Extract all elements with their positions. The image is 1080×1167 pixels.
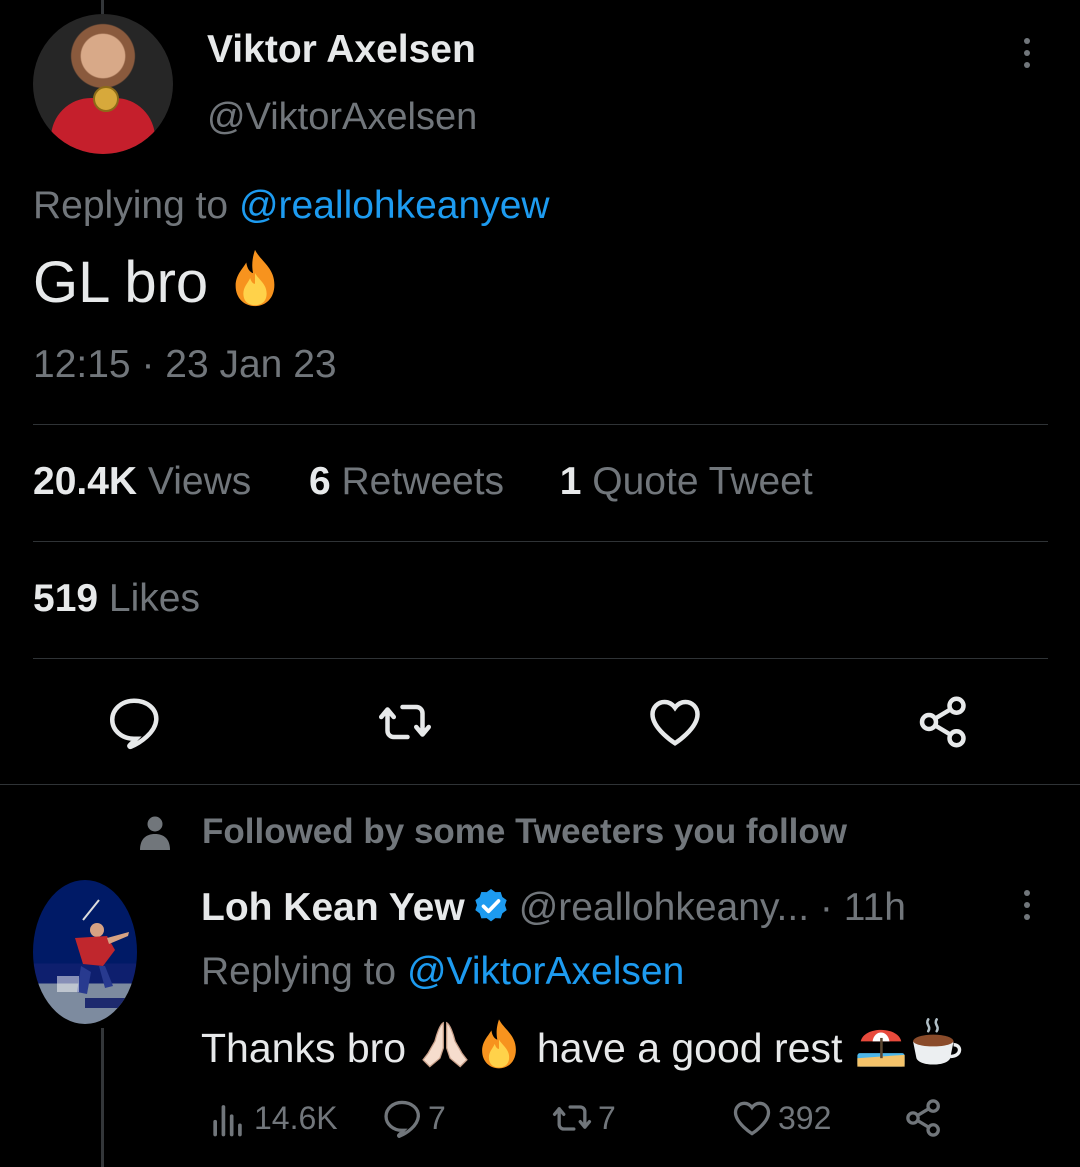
reply-replies-count: 7	[428, 1099, 446, 1136]
tweet-timestamp[interactable]: 12:15 · 23 Jan 23	[33, 343, 337, 387]
person-icon	[140, 816, 170, 850]
author-handle[interactable]: @ViktorAxelsen	[207, 96, 477, 139]
tweet-text-content: GL bro	[33, 250, 209, 315]
share-icon	[906, 1099, 940, 1137]
views-icon	[213, 1105, 242, 1137]
reply-retweets-count: 7	[598, 1099, 616, 1136]
replying-to-mention[interactable]: @ViktorAxelsen	[407, 950, 684, 993]
reply-time[interactable]: 11h	[844, 886, 906, 929]
more-options-icon[interactable]	[1015, 890, 1039, 926]
reply-views-count: 14.6K	[254, 1099, 338, 1136]
reply-views[interactable]: 14.6K	[206, 1096, 338, 1140]
likes-stat[interactable]: 519 Likes	[33, 577, 200, 621]
reply-likes[interactable]: 392	[730, 1096, 831, 1140]
reply-likes-count: 392	[778, 1099, 832, 1136]
tweet-text: GL bro	[33, 246, 286, 316]
section-divider	[0, 784, 1080, 785]
reply-avatar[interactable]	[33, 880, 137, 1024]
reply-icon	[384, 1100, 420, 1138]
retweet-icon	[552, 1105, 592, 1131]
author-name[interactable]: Viktor Axelsen	[207, 28, 476, 72]
followed-by-text: Followed by some Tweeters you follow	[202, 812, 848, 851]
quote-tweets-stat[interactable]: 1 Quote Tweet	[560, 460, 813, 503]
thread-line	[101, 0, 104, 14]
fire-emoji-icon	[224, 246, 286, 308]
tweet-time: 12:15	[33, 343, 131, 386]
replying-to-line: Replying to @ViktorAxelsen	[201, 950, 684, 994]
divider	[33, 658, 1048, 659]
likes-label: Likes	[98, 577, 200, 620]
tweet-stats-row: 20.4K Views 6 Retweets 1 Quote Tweet	[33, 460, 813, 504]
reply-author-name[interactable]: Loh Kean Yew	[201, 886, 465, 929]
replying-to-prefix: Replying to	[33, 184, 239, 227]
like-icon[interactable]	[645, 692, 705, 752]
reply-text-part1: Thanks bro	[201, 1025, 418, 1071]
views-stat[interactable]: 20.4K Views	[33, 460, 251, 503]
reply-replies[interactable]: 7	[380, 1096, 446, 1140]
reply-icon[interactable]	[104, 692, 164, 752]
verified-badge-icon	[475, 889, 507, 922]
reply-share[interactable]	[902, 1096, 946, 1140]
replying-to-prefix: Replying to	[201, 950, 407, 993]
retweet-icon[interactable]	[375, 692, 435, 752]
tweet-date: 23 Jan 23	[165, 343, 337, 386]
dot-separator: ·	[809, 886, 844, 929]
divider	[33, 424, 1048, 425]
divider	[33, 541, 1048, 542]
beach-umbrella-emoji-icon	[857, 1029, 905, 1067]
reply-actions-bar: 14.6K 7 7 392	[0, 1096, 1080, 1140]
more-options-icon[interactable]	[1015, 38, 1039, 74]
reply-header: Loh Kean Yew @reallohkeany... · 11h	[201, 886, 906, 930]
reply-author-handle[interactable]: @reallohkeany...	[519, 886, 809, 929]
reply-text-part2: have a good rest	[525, 1025, 854, 1071]
likes-count: 519	[33, 577, 99, 620]
reply-retweets[interactable]: 7	[550, 1096, 616, 1140]
replying-to-mention[interactable]: @reallohkeanyew	[239, 184, 550, 227]
replying-to-line: Replying to @reallohkeanyew	[33, 184, 550, 228]
hot-beverage-emoji-icon	[912, 1018, 961, 1065]
retweets-stat[interactable]: 6 Retweets	[309, 460, 504, 503]
folded-hands-emoji-icon	[421, 1021, 468, 1068]
share-icon[interactable]	[914, 692, 974, 752]
reply-text: Thanks bro have a good rest	[201, 1016, 962, 1072]
fire-emoji-icon	[481, 1019, 516, 1069]
dot-separator: ·	[130, 343, 166, 386]
like-icon	[733, 1101, 771, 1136]
profile-avatar[interactable]	[33, 14, 173, 154]
